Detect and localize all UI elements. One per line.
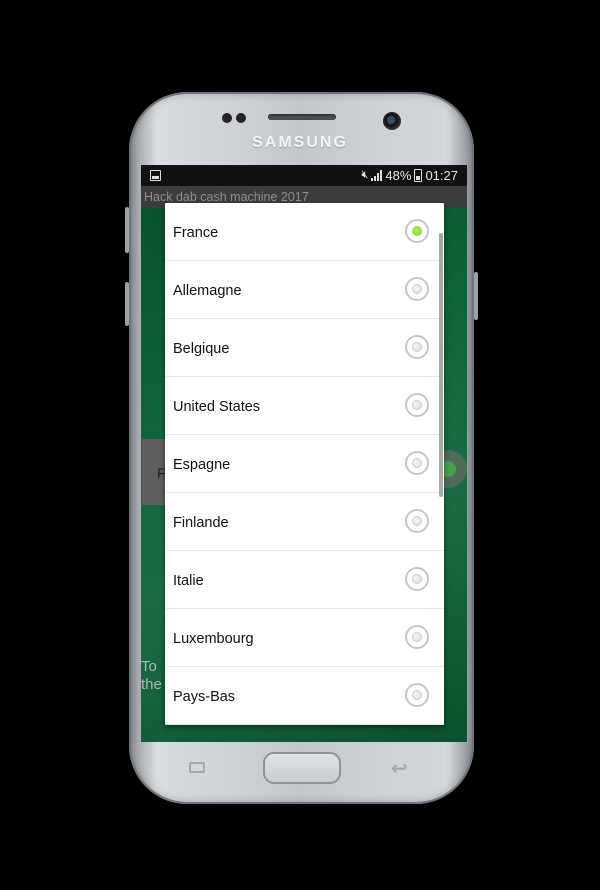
brand-logo: SAMSUNG (252, 134, 348, 151)
volume-button (125, 207, 129, 253)
option-list: France Allemagne Belgique United States Espa… (165, 203, 444, 725)
earpiece (268, 114, 336, 120)
navigation-bar: ↩ (141, 742, 467, 798)
country-picker-dialog: France Allemagne Belgique United States Espa… (165, 203, 444, 725)
option-label: Italie (173, 573, 204, 589)
radio-unselected-icon[interactable] (405, 625, 429, 649)
option-label: France (173, 225, 219, 241)
radio-selected-icon[interactable] (405, 219, 429, 243)
option-espagne[interactable]: Espagne (165, 435, 444, 493)
battery-icon (414, 169, 423, 182)
radio-unselected-icon[interactable] (405, 335, 429, 359)
option-label: Espagne (173, 457, 231, 473)
mute-icon: 🔇︎ (361, 169, 369, 181)
back-icon[interactable]: ↩ (391, 756, 408, 781)
radio-unselected-icon[interactable] (405, 567, 429, 591)
option-label: Belgique (173, 341, 230, 357)
option-italie[interactable]: Italie (165, 551, 444, 609)
option-united-states[interactable]: United States (165, 377, 444, 435)
radio-unselected-icon[interactable] (405, 683, 429, 707)
signal-icon (371, 170, 383, 181)
option-france[interactable]: France (165, 203, 444, 261)
front-camera (383, 112, 401, 130)
radio-unselected-icon[interactable] (405, 393, 429, 417)
scrollbar[interactable] (439, 233, 443, 497)
proximity-sensor (222, 113, 232, 123)
clock: 01:27 (425, 168, 458, 183)
option-label: Finlande (173, 515, 229, 531)
option-finlande[interactable]: Finlande (165, 493, 444, 551)
option-label: Luxembourg (173, 631, 254, 647)
option-allemagne[interactable]: Allemagne (165, 261, 444, 319)
option-pays-bas[interactable]: Pays-Bas (165, 667, 444, 725)
radio-unselected-icon[interactable] (405, 277, 429, 301)
battery-percent: 48% (385, 168, 412, 183)
status-icons: 🔇︎ 48% 01:27 (361, 168, 458, 183)
light-sensor (236, 113, 246, 123)
radio-unselected-icon[interactable] (405, 451, 429, 475)
option-label: Allemagne (173, 283, 242, 299)
gallery-icon (150, 170, 161, 181)
bixby-button (125, 282, 129, 326)
background-text: To the (141, 658, 162, 693)
option-label: United States (173, 399, 261, 415)
home-button[interactable] (263, 752, 341, 784)
option-label: Pays-Bas (173, 689, 236, 705)
option-luxembourg[interactable]: Luxembourg (165, 609, 444, 667)
recents-icon[interactable] (189, 762, 205, 773)
option-belgique[interactable]: Belgique (165, 319, 444, 377)
radio-unselected-icon[interactable] (405, 509, 429, 533)
power-button (474, 272, 478, 320)
app-title: Hack dab cash machine 2017 (144, 190, 309, 204)
status-bar: 🔇︎ 48% 01:27 (141, 165, 467, 186)
